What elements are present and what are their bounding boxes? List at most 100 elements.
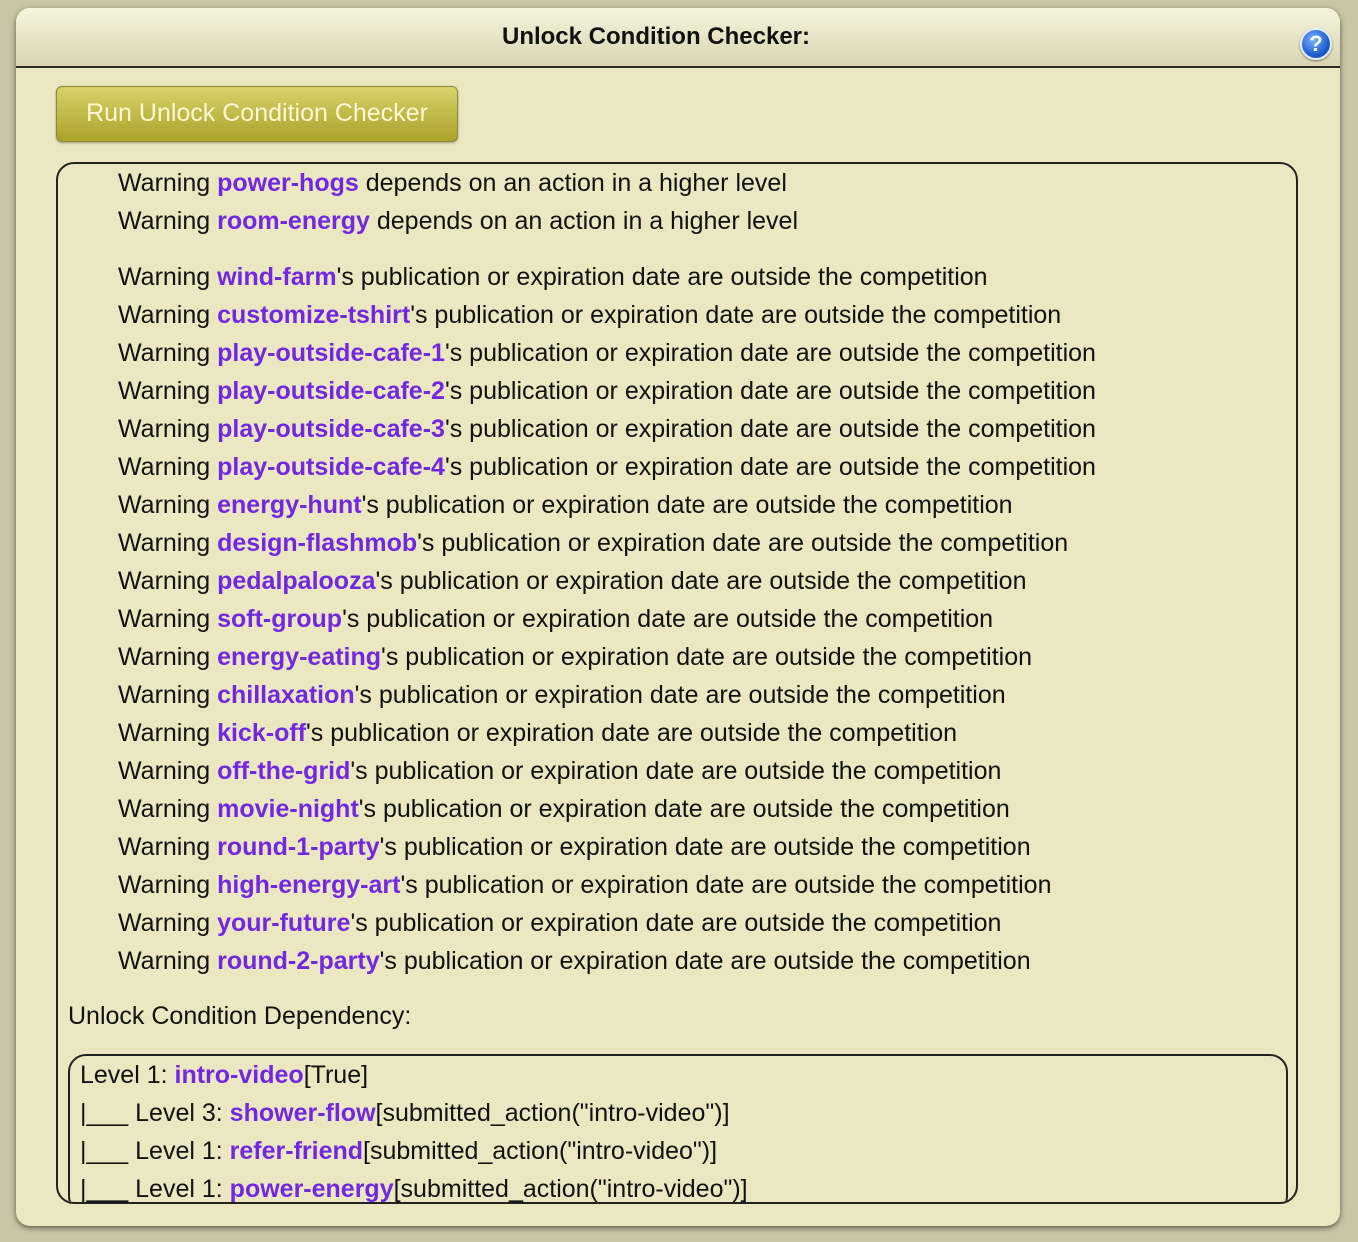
warning-line: Warning movie-night's publication or exp… — [118, 794, 1010, 824]
dependency-level: |___ Level 3: — [80, 1099, 230, 1127]
action-link[interactable]: round-1-party — [217, 833, 380, 861]
warning-prefix: Warning — [118, 681, 218, 709]
help-icon[interactable]: ? — [1300, 28, 1332, 60]
dependency-condition: [submitted_action("intro-video")] — [393, 1175, 748, 1203]
warning-line: Warning pedalpalooza's publication or ex… — [118, 566, 1027, 596]
warning-message: 's publication or expiration date are ou… — [306, 719, 958, 747]
warning-prefix: Warning — [118, 207, 218, 235]
action-link[interactable]: refer-friend — [230, 1137, 363, 1165]
warning-line: Warning your-future's publication or exp… — [118, 908, 1001, 938]
action-link[interactable]: high-energy-art — [217, 871, 400, 899]
action-link[interactable]: kick-off — [217, 719, 306, 747]
warning-prefix: Warning — [118, 719, 218, 747]
action-link[interactable]: pedalpalooza — [217, 567, 375, 595]
dependency-line: |___ Level 1: refer-friend[submitted_act… — [80, 1136, 717, 1166]
dependency-heading: Unlock Condition Dependency: — [68, 1002, 412, 1030]
warning-line: Warning energy-eating's publication or e… — [118, 642, 1032, 672]
warning-message: 's publication or expiration date are ou… — [350, 757, 1002, 785]
action-link[interactable]: intro-video — [175, 1061, 304, 1089]
warning-prefix: Warning — [118, 339, 218, 367]
warning-line: Warning chillaxation's publication or ex… — [118, 680, 1006, 710]
warning-message: 's publication or expiration date are ou… — [336, 263, 988, 291]
dependency-condition: [submitted_action("intro-video")] — [363, 1137, 718, 1165]
warning-line: Warning round-2-party's publication or e… — [118, 946, 1031, 976]
warning-message: 's publication or expiration date are ou… — [379, 947, 1031, 975]
warning-prefix: Warning — [118, 757, 218, 785]
action-link[interactable]: play-outside-cafe-1 — [217, 339, 445, 367]
warning-prefix: Warning — [118, 377, 218, 405]
action-link[interactable]: soft-group — [217, 605, 342, 633]
warning-prefix: Warning — [118, 301, 218, 329]
warning-message: 's publication or expiration date are ou… — [361, 491, 1013, 519]
warning-prefix: Warning — [118, 169, 218, 197]
warning-message: 's publication or expiration date are ou… — [400, 871, 1052, 899]
warning-line: Warning soft-group's publication or expi… — [118, 604, 993, 634]
action-link[interactable]: room-energy — [217, 207, 370, 235]
panel-title: Unlock Condition Checker: — [501, 23, 811, 50]
dependency-level: |___ Level 1: — [80, 1137, 230, 1165]
action-link[interactable]: energy-hunt — [217, 491, 361, 519]
warning-line: Warning wind-farm's publication or expir… — [118, 262, 988, 292]
warning-prefix: Warning — [118, 529, 218, 557]
warning-prefix: Warning — [118, 909, 218, 937]
action-link[interactable]: wind-farm — [217, 263, 336, 291]
warning-message: 's publication or expiration date are ou… — [444, 377, 1096, 405]
warning-message: 's publication or expiration date are ou… — [358, 795, 1010, 823]
warning-prefix: Warning — [118, 643, 218, 671]
action-link[interactable]: power-hogs — [217, 169, 359, 197]
warning-prefix: Warning — [118, 453, 218, 481]
action-link[interactable]: play-outside-cafe-2 — [217, 377, 445, 405]
warning-message: 's publication or expiration date are ou… — [354, 681, 1006, 709]
warning-message: 's publication or expiration date are ou… — [379, 833, 1031, 861]
action-link[interactable]: play-outside-cafe-3 — [217, 415, 445, 443]
action-link[interactable]: shower-flow — [230, 1099, 376, 1127]
warning-prefix: Warning — [118, 833, 218, 861]
dependency-condition: [True] — [303, 1061, 369, 1089]
action-link[interactable]: movie-night — [217, 795, 359, 823]
dependency-line: Level 1: intro-video[True] — [80, 1060, 368, 1090]
warning-line: Warning round-1-party's publication or e… — [118, 832, 1031, 862]
action-link[interactable]: chillaxation — [217, 681, 355, 709]
warning-message: depends on an action in a higher level — [358, 169, 787, 197]
warning-line: Warning play-outside-cafe-4's publicatio… — [118, 452, 1096, 482]
panel-header: Unlock Condition Checker: ? — [16, 8, 1340, 68]
warning-line: Warning room-energy depends on an action… — [118, 206, 798, 236]
dependency-line: |___ Level 1: power-energy[submitted_act… — [80, 1174, 748, 1203]
action-link[interactable]: round-2-party — [217, 947, 380, 975]
warning-line: Warning high-energy-art's publication or… — [118, 870, 1051, 900]
warning-line: Warning design-flashmob's publication or… — [118, 528, 1068, 558]
dependency-level: Level 1: — [80, 1061, 175, 1089]
warning-prefix: Warning — [118, 415, 218, 443]
warning-prefix: Warning — [118, 605, 218, 633]
warning-line: Warning customize-tshirt's publication o… — [118, 300, 1061, 330]
action-link[interactable]: customize-tshirt — [217, 301, 410, 329]
action-link[interactable]: power-energy — [230, 1175, 394, 1202]
warning-message: depends on an action in a higher level — [369, 207, 799, 235]
warning-message: 's publication or expiration date are ou… — [417, 529, 1069, 557]
dependency-condition: [submitted_action("intro-video")] — [375, 1099, 730, 1127]
warning-prefix: Warning — [118, 491, 218, 519]
dependency-tree-box[interactable]: Level 1: intro-video[True] |___ Level 3: … — [68, 1054, 1288, 1203]
warning-message: 's publication or expiration date are ou… — [375, 567, 1027, 595]
warning-line: Warning power-hogs depends on an action … — [118, 168, 787, 198]
checker-results-box: Unlock Condition Dependency: Level 1: in… — [56, 162, 1298, 1204]
action-link[interactable]: play-outside-cafe-4 — [217, 453, 445, 481]
action-link[interactable]: off-the-grid — [217, 757, 350, 785]
warning-line: Warning play-outside-cafe-2's publicatio… — [118, 376, 1096, 406]
warning-line: Warning kick-off's publication or expira… — [118, 718, 957, 748]
warning-message: 's publication or expiration date are ou… — [444, 339, 1096, 367]
warning-prefix: Warning — [118, 947, 218, 975]
run-unlock-condition-checker-button[interactable]: Run Unlock Condition Checker — [56, 86, 458, 142]
warning-prefix: Warning — [118, 567, 218, 595]
action-link[interactable]: your-future — [217, 909, 350, 937]
warning-message: 's publication or expiration date are ou… — [444, 415, 1096, 443]
warning-line: Warning energy-hunt's publication or exp… — [118, 490, 1013, 520]
warning-message: 's publication or expiration date are ou… — [381, 643, 1033, 671]
action-link[interactable]: energy-eating — [217, 643, 381, 671]
warning-message: 's publication or expiration date are ou… — [444, 453, 1096, 481]
warning-message: 's publication or expiration date are ou… — [350, 909, 1002, 937]
dependency-level: |___ Level 1: — [80, 1175, 230, 1203]
action-link[interactable]: design-flashmob — [217, 529, 417, 557]
warning-line: Warning play-outside-cafe-3's publicatio… — [118, 414, 1096, 444]
warning-prefix: Warning — [118, 871, 218, 899]
